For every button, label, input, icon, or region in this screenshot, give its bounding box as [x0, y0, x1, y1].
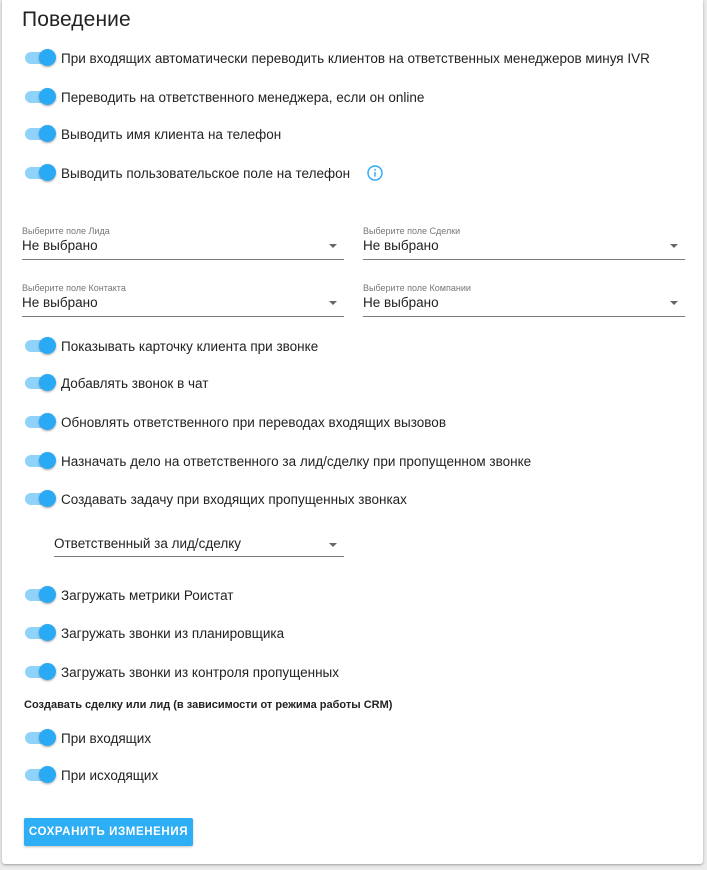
section-title: Поведение	[22, 8, 131, 31]
chevron-down-icon	[329, 543, 337, 547]
toggle-row-outgoing: При исходящих	[24, 764, 158, 786]
chevron-down-icon	[670, 244, 678, 248]
toggle-label: При исходящих	[61, 767, 159, 783]
toggle-switch[interactable]	[24, 162, 56, 184]
company-field-label: Выберите поле Компании	[363, 283, 471, 293]
toggle-switch[interactable]	[24, 372, 56, 394]
toggle-label: Показывать карточку клиента при звонке	[61, 338, 319, 354]
contact-field-select[interactable]: Выберите поле Контакта Не выбрано	[22, 283, 344, 317]
toggle-label: Загружать звонки из контроля пропущенных	[61, 664, 339, 680]
toggle-label: При входящих автоматически переводить кл…	[61, 50, 650, 66]
company-field-value: Не выбрано	[363, 295, 439, 310]
lead-field-select[interactable]: Выберите поле Лида Не выбрано	[22, 226, 344, 260]
chevron-down-icon	[329, 301, 337, 305]
toggle-switch[interactable]	[24, 123, 56, 145]
toggle-row-client-name: Выводить имя клиента на телефон	[24, 123, 281, 145]
toggle-row-missed-control: Загружать звонки из контроля пропущенных	[24, 661, 339, 683]
toggle-switch[interactable]	[24, 335, 56, 357]
toggle-row-roistat: Загружать метрики Роистат	[24, 584, 233, 606]
toggle-switch[interactable]	[24, 584, 56, 606]
toggle-switch[interactable]	[24, 764, 56, 786]
toggle-label: При входящих	[61, 730, 152, 746]
toggle-label: Обновлять ответственного при переводах в…	[61, 414, 446, 430]
deal-field-value: Не выбрано	[363, 238, 439, 253]
toggle-switch[interactable]	[24, 411, 56, 433]
toggle-row-client-card: Показывать карточку клиента при звонке	[24, 335, 318, 357]
toggle-switch[interactable]	[24, 47, 56, 69]
contact-field-label: Выберите поле Контакта	[22, 283, 126, 293]
toggle-switch[interactable]	[24, 622, 56, 644]
toggle-label: Создавать задачу при входящих пропущенны…	[61, 491, 407, 507]
lead-field-label: Выберите поле Лида	[22, 226, 110, 236]
task-assignee-value: Ответственный за лид/сделку	[54, 536, 242, 551]
toggle-switch[interactable]	[24, 488, 56, 510]
toggle-row-auto-transfer: При входящих автоматически переводить кл…	[24, 47, 650, 69]
deal-field-select[interactable]: Выберите поле Сделки Не выбрано	[363, 226, 685, 260]
deal-field-label: Выберите поле Сделки	[363, 226, 461, 236]
toggle-row-custom-field: Выводить пользовательское поле на телефо…	[24, 162, 383, 184]
toggle-label: Переводить на ответственного менеджера, …	[61, 89, 425, 105]
chevron-down-icon	[670, 301, 678, 305]
toggle-row-create-task-missed: Создавать задачу при входящих пропущенны…	[24, 488, 407, 510]
toggle-label: Добавлять звонок в чат	[61, 375, 209, 391]
toggle-row-incoming: При входящих	[24, 727, 151, 749]
toggle-switch[interactable]	[24, 727, 56, 749]
toggle-label: Назначать дело на ответственного за лид/…	[61, 453, 532, 469]
toggle-switch[interactable]	[24, 661, 56, 683]
lead-field-value: Не выбрано	[22, 238, 98, 253]
behavior-settings-card: Поведение При входящих автоматически пер…	[2, 0, 703, 864]
toggle-row-assign-task: Назначать дело на ответственного за лид/…	[24, 450, 531, 472]
chevron-down-icon	[329, 244, 337, 248]
info-circle-icon[interactable]	[367, 165, 383, 181]
toggle-row-transfer-online: Переводить на ответственного менеджера, …	[24, 86, 424, 108]
toggle-row-add-call-chat: Добавлять звонок в чат	[24, 372, 208, 394]
toggle-row-scheduler: Загружать звонки из планировщика	[24, 622, 284, 644]
company-field-select[interactable]: Выберите поле Компании Не выбрано	[363, 283, 685, 317]
save-changes-button[interactable]: СОХРАНИТЬ ИЗМЕНЕНИЯ	[24, 818, 193, 846]
create-deal-heading: Создавать сделку или лид (в зависимости …	[24, 699, 393, 711]
toggle-row-update-responsible: Обновлять ответственного при переводах в…	[24, 411, 446, 433]
toggle-switch[interactable]	[24, 450, 56, 472]
toggle-label: Выводить имя клиента на телефон	[61, 126, 282, 142]
task-assignee-select[interactable]: Ответственный за лид/сделку	[54, 532, 344, 557]
toggle-label: Загружать звонки из планировщика	[61, 625, 285, 641]
toggle-switch[interactable]	[24, 86, 56, 108]
toggle-label: Выводить пользовательское поле на телефо…	[61, 165, 351, 181]
toggle-label: Загружать метрики Роистат	[61, 587, 234, 603]
contact-field-value: Не выбрано	[22, 295, 98, 310]
